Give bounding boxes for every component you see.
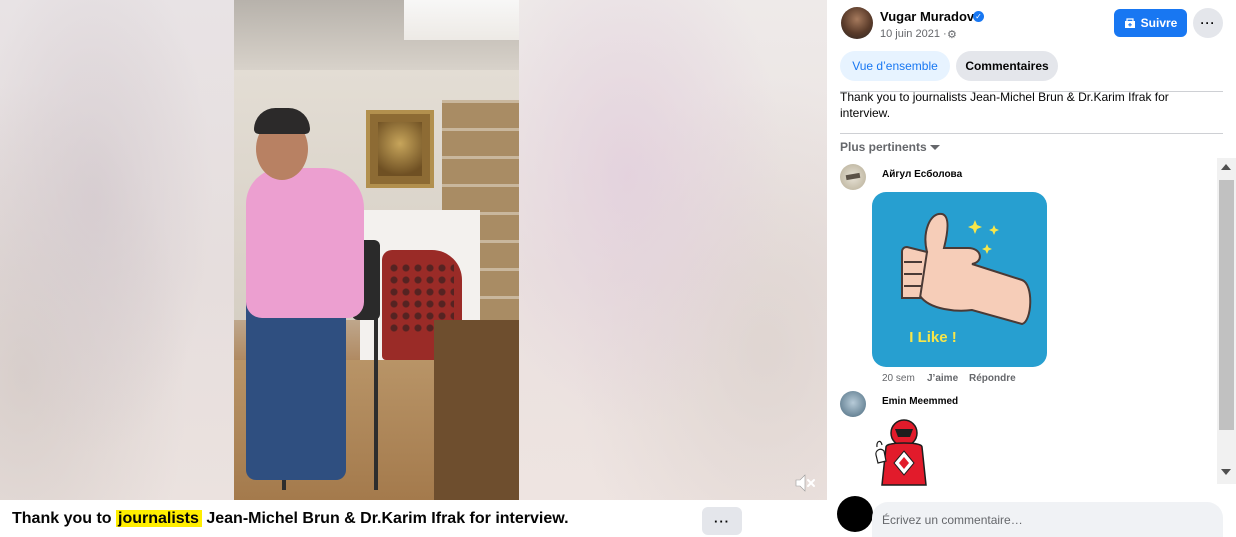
caret-down-icon[interactable] — [930, 145, 940, 150]
video-player[interactable] — [0, 0, 827, 500]
post-text: Thank you to journalists Jean-Michel Bru… — [840, 90, 1169, 120]
divider — [840, 133, 1223, 134]
author-avatar[interactable] — [841, 7, 873, 39]
video-scene-table — [434, 320, 519, 500]
caption-highlight: journalists — [116, 510, 202, 527]
follow-button[interactable]: Suivre — [1114, 9, 1187, 37]
comment-like-link[interactable]: J’aime — [927, 373, 958, 384]
sticker-text: I Like ! — [909, 329, 957, 346]
video-caption: Thank you to journalists Jean-Michel Bru… — [12, 510, 569, 528]
commenter-avatar-detail — [845, 172, 861, 181]
scroll-up-arrow-icon[interactable] — [1221, 164, 1231, 170]
caption-text-before: Thank you to — [12, 510, 116, 527]
video-scene-person-shirt — [246, 168, 364, 318]
commenter-name[interactable]: Айгул Есболова — [882, 169, 962, 180]
privacy-gear-icon: ⚙ — [947, 29, 957, 41]
tab-overview[interactable]: Vue d’ensemble — [840, 51, 950, 81]
video-scene-painting — [366, 110, 434, 188]
scroll-down-arrow-icon[interactable] — [1221, 469, 1231, 475]
follow-page-icon — [1124, 17, 1135, 28]
thumbs-up-sticker: I Like ! — [872, 192, 1047, 367]
video-scene-person-hair — [254, 108, 310, 134]
author-name[interactable]: Vugar Muradov — [880, 9, 974, 24]
commenter-name[interactable]: Emin Meemmed — [882, 396, 958, 407]
comment-time[interactable]: 20 sem — [882, 373, 915, 384]
comment-input[interactable] — [872, 502, 1223, 537]
commenter-avatar[interactable] — [840, 391, 866, 417]
power-ranger-sticker — [875, 419, 927, 486]
video-blur-backdrop-left — [0, 0, 234, 500]
video-scene-painting-inner — [378, 122, 422, 176]
comment-sort-dropdown[interactable]: Plus pertinents — [840, 140, 927, 154]
caption-text-after: Jean-Michel Brun & Dr.Karim Ifrak for in… — [201, 510, 569, 527]
commenter-avatar[interactable] — [840, 164, 866, 190]
current-user-avatar — [837, 496, 873, 532]
scrollbar-thumb[interactable] — [1219, 180, 1234, 430]
video-scene-light — [404, 0, 519, 40]
video-frame[interactable] — [234, 0, 519, 500]
post-options-button[interactable]: ··· — [1193, 8, 1223, 38]
follow-button-label: Suivre — [1140, 16, 1178, 30]
post-date[interactable]: 10 juin 2021 · — [880, 28, 947, 40]
video-blur-backdrop-right — [519, 0, 827, 500]
mute-icon[interactable] — [793, 472, 817, 494]
verified-badge-icon: ✓ — [973, 11, 984, 22]
tab-comments[interactable]: Commentaires — [956, 51, 1058, 81]
thumbs-up-icon: I Like ! — [901, 212, 1032, 346]
caption-more-button[interactable]: ··· — [702, 507, 742, 535]
video-scene-person-jeans — [246, 290, 346, 480]
comment-reply-link[interactable]: Répondre — [969, 373, 1016, 384]
